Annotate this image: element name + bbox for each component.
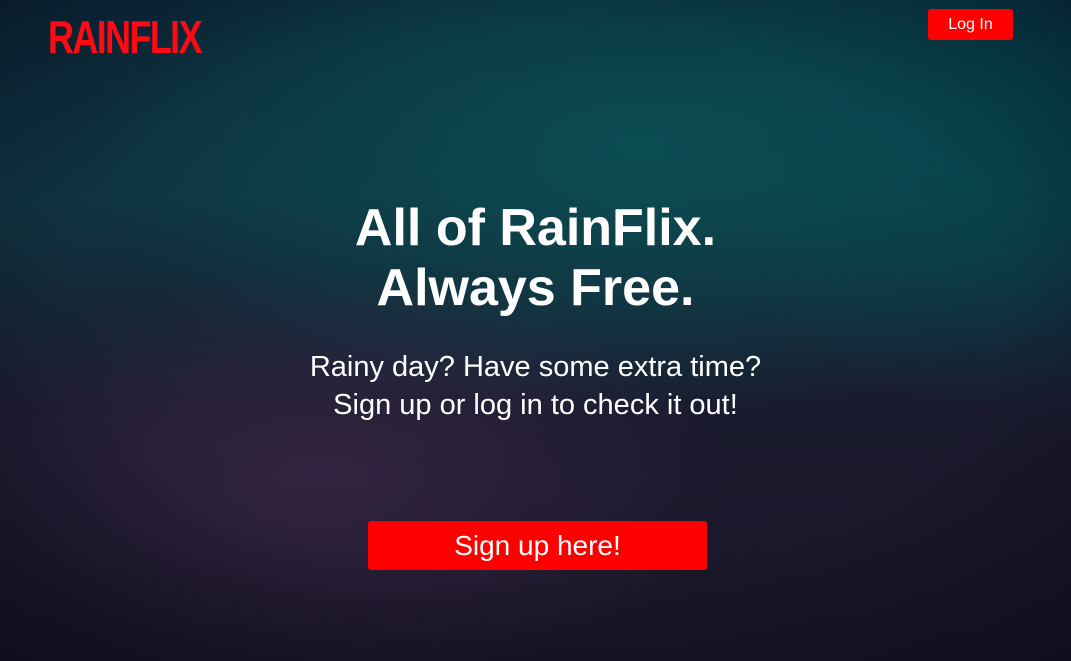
hero-subtext: Rainy day? Have some extra time? Sign up… <box>309 351 762 421</box>
hero-headline-line-2: Always Free. <box>376 259 695 317</box>
hero-section: All of RainFlix. Always Free. Rainy day?… <box>0 198 1071 424</box>
hero-headline: All of RainFlix. Always Free. <box>0 198 1071 318</box>
login-button[interactable]: Log In <box>928 9 1013 40</box>
brand-logo[interactable]: RAINFLIX <box>48 11 203 63</box>
hero-headline-line-1: All of RainFlix. <box>354 199 717 257</box>
signup-button[interactable]: Sign up here! <box>368 521 707 570</box>
